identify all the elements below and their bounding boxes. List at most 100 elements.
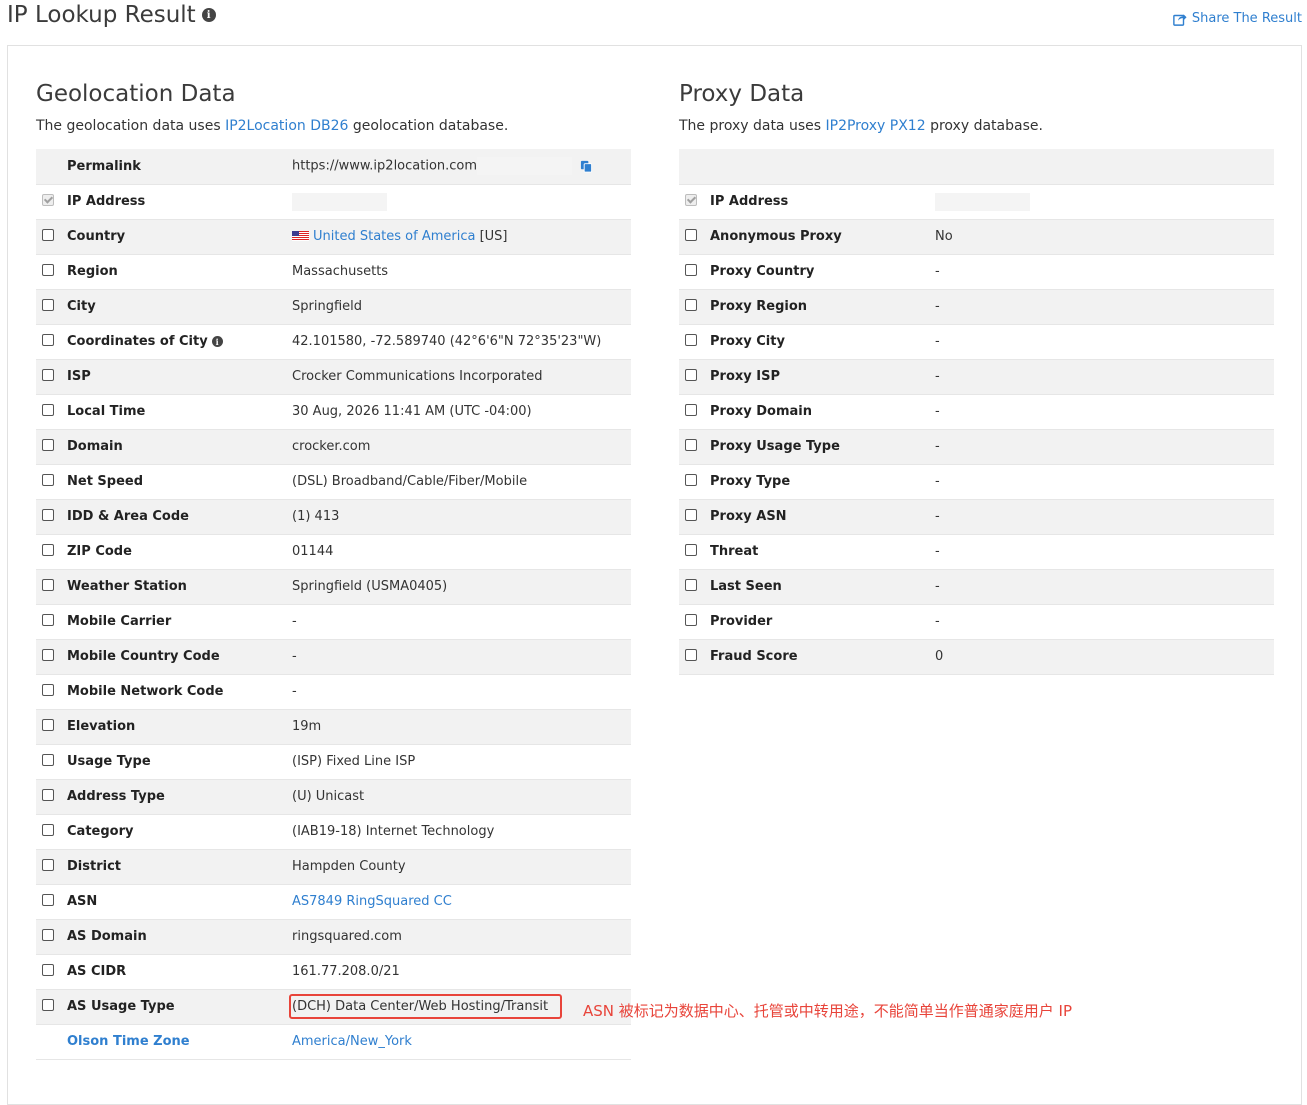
- address-type-checkbox[interactable]: [42, 788, 54, 801]
- proxy-usage-type-label: Proxy Usage Type: [710, 439, 840, 454]
- net-speed-checkbox[interactable]: [42, 473, 54, 486]
- as-domain-checkbox[interactable]: [42, 928, 54, 941]
- coordinates-of-city-checkbox[interactable]: [42, 333, 54, 346]
- usage-type-checkbox[interactable]: [42, 753, 54, 766]
- info-icon[interactable]: i: [201, 8, 216, 22]
- mobile-network-code-checkbox[interactable]: [42, 683, 54, 696]
- mobile-carrier-checkbox[interactable]: [42, 613, 54, 626]
- isp-checkbox[interactable]: [42, 368, 54, 381]
- ip2proxy-px12-link[interactable]: IP2Proxy PX12: [826, 118, 926, 134]
- as-domain-value: ringsquared.com: [292, 929, 402, 944]
- table-row-proxy-isp: Proxy ISP -: [679, 359, 1274, 395]
- proxy-region-value: -: [935, 299, 940, 314]
- fraud-score-value: 0: [935, 649, 944, 664]
- anonymous-proxy-checkbox[interactable]: [685, 228, 697, 241]
- proxy-type-checkbox[interactable]: [685, 473, 697, 486]
- copy-icon[interactable]: [580, 160, 593, 173]
- table-row-city: City Springfield: [36, 289, 631, 325]
- zip-code-checkbox[interactable]: [42, 543, 54, 556]
- region-checkbox[interactable]: [42, 263, 54, 276]
- table-row-proxy-country: Proxy Country -: [679, 254, 1274, 290]
- proxy-asn-checkbox[interactable]: [685, 508, 697, 521]
- weather-station-value: Springfield (USMA0405): [292, 579, 448, 594]
- proxy-region-checkbox[interactable]: [685, 298, 697, 311]
- table-row-category: Category (IAB19-18) Internet Technology: [36, 814, 631, 850]
- table-row-country: Country United States of America [US]: [36, 219, 631, 255]
- net-speed-label: Net Speed: [67, 474, 144, 489]
- last-seen-checkbox[interactable]: [685, 578, 697, 591]
- table-row-last-seen: Last Seen -: [679, 569, 1274, 605]
- proxy-country-label: Proxy Country: [710, 264, 815, 279]
- address-type-label: Address Type: [67, 789, 165, 804]
- permalink-value[interactable]: https://www.ip2location.com: [292, 159, 477, 174]
- table-row-mobile-network-code: Mobile Network Code -: [36, 674, 631, 710]
- proxy-city-label: Proxy City: [710, 334, 785, 349]
- table-row-coordinates-of-city: Coordinates of City i 42.101580, -72.58974…: [36, 324, 631, 360]
- as-usage-type-value: (DCH) Data Center/Web Hosting/Transit: [292, 999, 549, 1014]
- elevation-checkbox[interactable]: [42, 718, 54, 731]
- proxy-usage-type-checkbox[interactable]: [685, 438, 697, 451]
- table-row-permalink: Permalink https://www.ip2location.com: [36, 149, 631, 185]
- district-label: District: [67, 859, 121, 874]
- page-title-text: IP Lookup Result: [7, 2, 196, 28]
- district-checkbox[interactable]: [42, 858, 54, 871]
- olson-time-zone-value[interactable]: America/New_York: [292, 1034, 412, 1049]
- provider-checkbox[interactable]: [685, 613, 697, 626]
- proxy-domain-label: Proxy Domain: [710, 404, 813, 419]
- geo-desc-before: The geolocation data uses: [36, 118, 226, 134]
- share-label: Share The Result: [1191, 11, 1302, 26]
- proxy-type-label: Proxy Type: [710, 474, 791, 489]
- table-row-mobile-country-code: Mobile Country Code -: [36, 639, 631, 675]
- proxy-asn-value: -: [935, 509, 940, 524]
- proxy-city-value: -: [935, 334, 940, 349]
- table-row-as-cidr: AS CIDR 161.77.208.0/21: [36, 954, 631, 990]
- threat-checkbox[interactable]: [685, 543, 697, 556]
- as-domain-label: AS Domain: [67, 929, 147, 944]
- as-cidr-label: AS CIDR: [67, 964, 127, 979]
- domain-checkbox[interactable]: [42, 438, 54, 451]
- ip2location-db26-link[interactable]: IP2Location DB26: [225, 118, 348, 134]
- asn-checkbox[interactable]: [42, 893, 54, 906]
- mobile-network-code-label: Mobile Network Code: [67, 684, 224, 699]
- proxy-description: The proxy data uses IP2Proxy PX12 proxy …: [679, 116, 1274, 136]
- country-checkbox[interactable]: [42, 228, 54, 241]
- category-checkbox[interactable]: [42, 823, 54, 836]
- idd-area-code-checkbox[interactable]: [42, 508, 54, 521]
- zip-code-label: ZIP Code: [67, 544, 132, 559]
- table-row-as-usage-type: AS Usage Type (DCH) Data Center/Web Hosti…: [36, 989, 631, 1025]
- coordinates-of-city-label: Coordinates of City: [67, 334, 208, 349]
- weather-station-checkbox[interactable]: [42, 578, 54, 591]
- share-result-link[interactable]: Share The Result: [1173, 11, 1302, 26]
- proxy-asn-label: Proxy ASN: [710, 509, 787, 524]
- proxy-country-checkbox[interactable]: [685, 263, 697, 276]
- geolocation-title: Geolocation Data: [36, 81, 236, 107]
- country-value[interactable]: United States of America: [313, 229, 475, 244]
- table-row-provider: Provider -: [679, 604, 1274, 640]
- table-row-idd-area-code: IDD & Area Code (1) 413: [36, 499, 631, 535]
- highlight-box: (DCH) Data Center/Web Hosting/Transit: [289, 994, 563, 1019]
- provider-value: -: [935, 614, 940, 629]
- table-row-usage-type: Usage Type (ISP) Fixed Line ISP: [36, 744, 631, 780]
- asn-value[interactable]: AS7849 RingSquared CC: [292, 894, 452, 909]
- table-row-anonymous-proxy: Anonymous Proxy No: [679, 219, 1274, 255]
- idd-area-code-label: IDD & Area Code: [67, 509, 189, 524]
- proxy-city-checkbox[interactable]: [685, 333, 697, 346]
- local-time-checkbox[interactable]: [42, 403, 54, 416]
- proxy-desc-before: The proxy data uses: [679, 118, 826, 134]
- city-checkbox[interactable]: [42, 298, 54, 311]
- coordinates-info-icon[interactable]: i: [211, 336, 223, 347]
- as-usage-type-checkbox[interactable]: [42, 998, 54, 1011]
- usage-type-value: (ISP) Fixed Line ISP: [292, 754, 416, 769]
- mobile-country-code-checkbox[interactable]: [42, 648, 54, 661]
- proxy-domain-checkbox[interactable]: [685, 403, 697, 416]
- proxy-isp-checkbox[interactable]: [685, 368, 697, 381]
- table-row-ip-address: IP Address: [679, 184, 1274, 220]
- fraud-score-checkbox[interactable]: [685, 648, 697, 661]
- anonymous-proxy-value: No: [935, 229, 953, 244]
- table-row-as-domain: AS Domain ringsquared.com: [36, 919, 631, 955]
- olson-time-zone-label[interactable]: Olson Time Zone: [67, 1034, 190, 1049]
- as-cidr-value: 161.77.208.0/21: [292, 964, 400, 979]
- as-cidr-checkbox[interactable]: [42, 963, 54, 976]
- table-row-proxy-region: Proxy Region -: [679, 289, 1274, 325]
- table-row-olson-time-zone: Olson Time Zone America/New_York: [36, 1024, 631, 1060]
